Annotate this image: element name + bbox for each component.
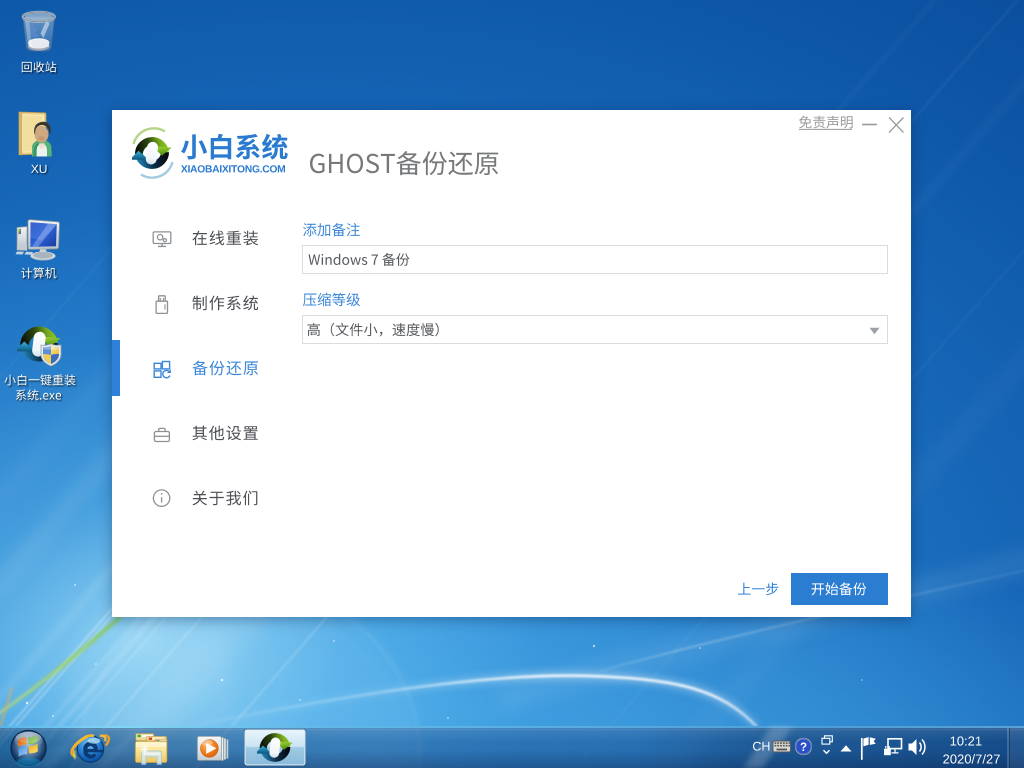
svg-text:?: ? (800, 742, 807, 754)
